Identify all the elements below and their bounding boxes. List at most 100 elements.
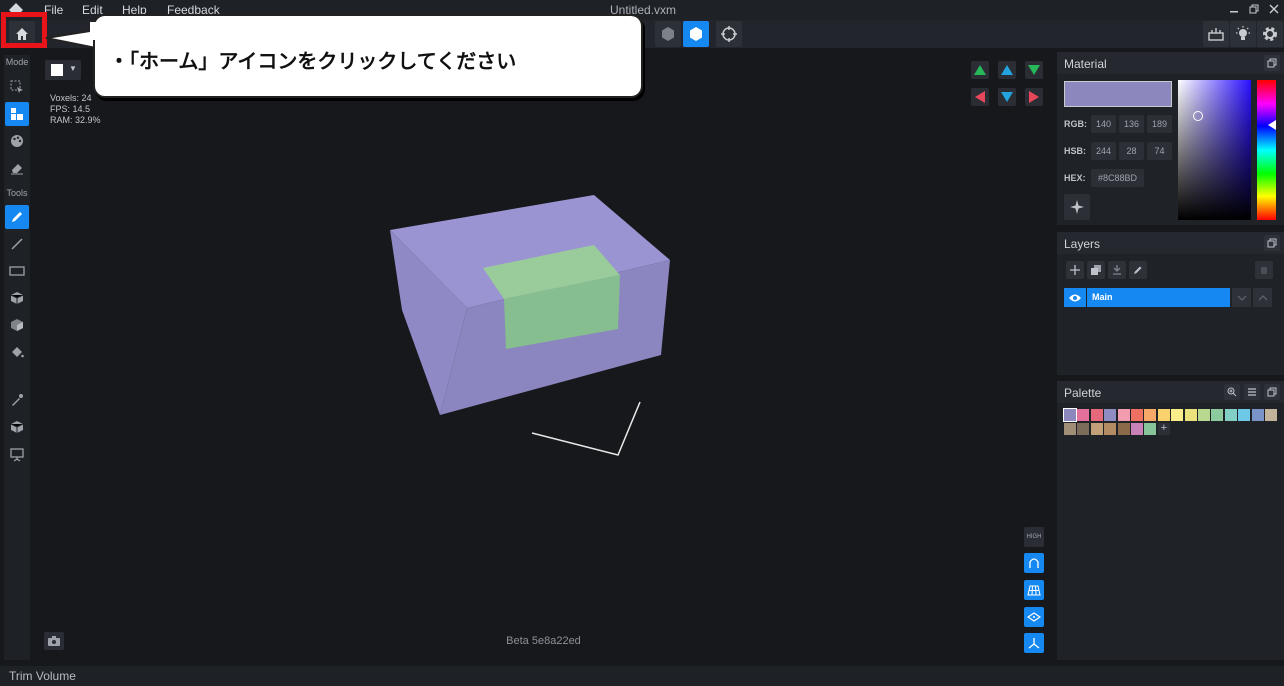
eye-icon (1069, 294, 1081, 302)
hsb-h-field[interactable]: 244 (1091, 142, 1116, 160)
palette-title: Palette (1064, 386, 1102, 400)
eyedropper-tool-button[interactable] (5, 388, 29, 412)
cube-icon (690, 27, 702, 41)
palette-swatch[interactable] (1131, 409, 1143, 421)
face-tool-button[interactable] (5, 313, 29, 337)
palette-swatch[interactable] (1251, 409, 1264, 421)
palette-swatch[interactable] (1184, 409, 1197, 421)
axes-button[interactable] (1024, 633, 1044, 653)
ground-plane-button[interactable] (1024, 607, 1044, 627)
eyedropper-icon (12, 394, 23, 406)
presentation-icon (10, 448, 24, 462)
settings-button[interactable] (1257, 21, 1283, 47)
rgb-r-field[interactable]: 140 (1091, 115, 1116, 133)
ortho-view-button[interactable] (1024, 553, 1044, 573)
rename-layer-button[interactable] (1129, 261, 1147, 279)
rgb-b-field[interactable]: 189 (1147, 115, 1172, 133)
fill-tool-button[interactable] (5, 340, 29, 364)
sparkle-icon (1070, 200, 1084, 214)
palette-swatch[interactable] (1063, 408, 1077, 422)
menu-icon (1248, 388, 1256, 396)
quality-high-button[interactable]: HIGH (1024, 527, 1044, 547)
view-cube-button[interactable] (683, 21, 709, 47)
merge-layer-button[interactable] (1108, 261, 1126, 279)
close-button[interactable] (1266, 2, 1282, 18)
voxel-model (390, 195, 670, 456)
paint-bucket-icon (12, 347, 24, 358)
palette-swatch[interactable] (1224, 409, 1237, 421)
material-popout-button[interactable] (1264, 55, 1280, 71)
palette-swatch[interactable] (1131, 423, 1143, 435)
layer-visibility-toggle[interactable] (1064, 288, 1086, 307)
duplicate-layer-button[interactable] (1087, 261, 1105, 279)
hsb-b-field[interactable]: 74 (1147, 142, 1172, 160)
present-tool-button[interactable] (5, 443, 29, 467)
minimize-button[interactable] (1226, 2, 1242, 18)
line-tool-button[interactable] (5, 232, 29, 256)
layer-row-main[interactable]: Main (1087, 288, 1230, 307)
palette-swatch[interactable] (1265, 409, 1277, 421)
axes-icon (1028, 638, 1040, 649)
palette-zoom-button[interactable] (1224, 384, 1240, 400)
hsb-s-field[interactable]: 28 (1119, 142, 1144, 160)
view-cube-dark-button[interactable] (655, 21, 681, 47)
palette-swatch[interactable] (1077, 409, 1090, 421)
palette-swatch[interactable] (1104, 423, 1117, 435)
palette-swatch[interactable] (1090, 409, 1103, 421)
eraser-icon (11, 164, 23, 175)
palette-swatch[interactable] (1238, 409, 1251, 421)
palette-popout-button[interactable] (1264, 384, 1280, 400)
pencil-tool-button[interactable] (5, 205, 29, 229)
box-tool-button[interactable] (5, 286, 29, 310)
attach-mode-button[interactable] (5, 102, 29, 126)
voxel-tool-button[interactable] (5, 415, 29, 439)
popout-icon (1267, 387, 1277, 397)
layer-move-down-button[interactable] (1232, 288, 1251, 307)
paint-mode-button[interactable] (5, 129, 29, 153)
blocks-icon (11, 108, 23, 120)
palette-swatch[interactable] (1157, 409, 1170, 421)
palette-menu-button[interactable] (1244, 384, 1260, 400)
palette-swatch[interactable] (1144, 409, 1157, 421)
erase-mode-button[interactable] (5, 156, 29, 180)
palette-swatch[interactable] (1064, 423, 1076, 435)
instruction-callout: ・「ホーム」アイコンをクリックしてください (93, 14, 643, 98)
pencil-icon (12, 212, 22, 222)
grid-view-button[interactable] (1024, 580, 1044, 600)
hex-field[interactable]: #8C88BD (1091, 169, 1144, 187)
palette-swatch[interactable] (1144, 423, 1157, 435)
palette-swatch[interactable] (1198, 409, 1210, 421)
rectangle-tool-button[interactable] (5, 259, 29, 283)
layers-popout-button[interactable] (1264, 235, 1280, 251)
trash-icon (1261, 267, 1267, 274)
saturation-value-picker[interactable] (1178, 80, 1251, 220)
add-material-button[interactable] (1064, 194, 1090, 220)
restore-button[interactable] (1246, 2, 1262, 18)
palette-header: Palette (1057, 381, 1284, 403)
select-mode-button[interactable] (5, 75, 29, 99)
cube-icon (10, 292, 24, 304)
sv-cursor[interactable] (1193, 111, 1203, 121)
hue-slider[interactable] (1257, 80, 1276, 220)
screenshot-button[interactable] (44, 632, 64, 650)
hue-marker-icon[interactable] (1268, 120, 1276, 130)
palette-swatch[interactable] (1117, 423, 1130, 435)
render-button[interactable] (1203, 21, 1229, 47)
palette-swatch[interactable] (1171, 409, 1184, 421)
chevron-down-icon (1237, 295, 1246, 301)
palette-swatch[interactable] (1090, 423, 1103, 435)
palette-swatch[interactable] (1117, 409, 1130, 421)
layer-move-up-button[interactable] (1253, 288, 1272, 307)
focus-button[interactable] (716, 21, 742, 47)
rgb-g-field[interactable]: 136 (1119, 115, 1144, 133)
palette-swatch[interactable] (1104, 409, 1117, 421)
add-palette-color-button[interactable]: + (1157, 423, 1170, 435)
3d-viewport[interactable]: ▼ Voxels: 24 FPS: 14.5 RAM: 32.9% Beta 5… (37, 55, 1050, 660)
rgb-label: RGB: (1064, 119, 1087, 129)
material-color-swatch[interactable] (1064, 81, 1172, 107)
lighting-button[interactable] (1230, 21, 1256, 47)
palette-swatch[interactable] (1211, 409, 1224, 421)
delete-layer-button[interactable] (1255, 261, 1273, 279)
palette-swatch[interactable] (1077, 423, 1090, 435)
add-layer-button[interactable] (1066, 261, 1084, 279)
